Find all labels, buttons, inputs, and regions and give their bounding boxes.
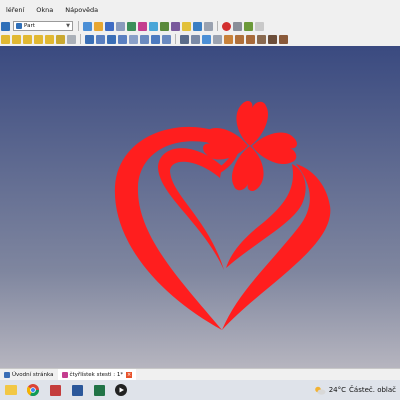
freecad-button[interactable] [48, 383, 62, 397]
projection-icon[interactable] [257, 34, 266, 44]
toolbar-separator [175, 34, 176, 44]
compound-icon[interactable] [180, 34, 189, 44]
windows-taskbar: 24°C Částeč. oblač [0, 380, 400, 400]
revolve-icon[interactable] [140, 34, 149, 44]
menu-windows[interactable]: Okna [30, 0, 59, 20]
chrome-button[interactable] [26, 383, 40, 397]
part-torus-icon[interactable] [45, 34, 54, 44]
part-tube-icon[interactable] [56, 34, 65, 44]
part-cone-icon[interactable] [34, 34, 43, 44]
draw-style-icon[interactable] [105, 21, 114, 31]
loft-icon[interactable] [268, 34, 277, 44]
view-rear-icon[interactable] [171, 21, 180, 31]
part-sphere-icon[interactable] [23, 34, 32, 44]
view-right-icon[interactable] [160, 21, 169, 31]
record-macro-icon[interactable] [222, 21, 231, 31]
boolean-icon[interactable] [85, 34, 94, 44]
view-left-icon[interactable] [193, 21, 202, 31]
start-page-icon [4, 372, 10, 378]
chevron-down-icon: ▼ [66, 23, 70, 29]
fit-all-icon[interactable] [94, 21, 103, 31]
common-icon[interactable] [118, 34, 127, 44]
freecad-icon [49, 384, 61, 396]
part-cylinder-icon[interactable] [12, 34, 21, 44]
workbench-selector[interactable]: Part ▼ [13, 21, 73, 31]
model-view [114, 101, 331, 330]
fuse-icon[interactable] [107, 34, 116, 44]
view-front-icon[interactable] [138, 21, 147, 31]
toolbar-separator [78, 21, 79, 31]
file-explorer-button[interactable] [4, 383, 18, 397]
cube-view-icon[interactable] [83, 21, 92, 31]
extrude-icon[interactable] [129, 34, 138, 44]
workbench-icon[interactable] [1, 21, 10, 31]
partly-cloudy-icon [314, 386, 326, 395]
four-leaf-clover [203, 101, 297, 191]
cut-icon[interactable] [96, 34, 105, 44]
sweep-icon[interactable] [279, 34, 288, 44]
close-icon[interactable]: × [126, 372, 133, 378]
menu-bar: léření Okna Nápověda [0, 0, 400, 20]
file-explorer-icon [5, 385, 17, 395]
fillet-icon[interactable] [162, 34, 171, 44]
attachment-icon[interactable] [202, 34, 211, 44]
weather-desc: Částeč. oblač [349, 386, 396, 394]
view-top-icon[interactable] [149, 21, 158, 31]
media-player-icon [115, 384, 127, 396]
weather-temp: 24°C [328, 386, 347, 394]
excel-button[interactable] [92, 383, 106, 397]
weather-widget[interactable]: 24°C Částeč. oblač [314, 386, 400, 395]
tab-label: čtyřlístek stesti : 1* [69, 372, 124, 378]
view-bottom-icon[interactable] [182, 21, 191, 31]
thickness-icon[interactable] [246, 34, 255, 44]
stereo-icon[interactable] [116, 21, 125, 31]
part-cube-icon[interactable] [1, 34, 10, 44]
heart-inner-stroke [158, 148, 224, 270]
menu-edit[interactable]: léření [0, 0, 30, 20]
word-button[interactable] [70, 383, 84, 397]
freecad-document-icon [61, 372, 68, 378]
offset-icon[interactable] [235, 34, 244, 44]
macros-icon[interactable] [233, 21, 242, 31]
view-iso-icon[interactable] [127, 21, 136, 31]
measure-icon[interactable] [204, 21, 213, 31]
check-geometry-icon[interactable] [191, 34, 200, 44]
menu-help[interactable]: Nápověda [59, 0, 104, 20]
primitives-icon[interactable] [67, 34, 76, 44]
part-toolbar [0, 32, 400, 47]
section-icon[interactable] [213, 34, 222, 44]
toolbar-separator [80, 34, 81, 44]
media-player-button[interactable] [114, 383, 128, 397]
tab-label: Úvodní stránka [12, 372, 54, 378]
cross-section-icon[interactable] [224, 34, 233, 44]
word-icon [71, 384, 83, 396]
play-icon[interactable] [255, 21, 264, 31]
3d-viewport[interactable] [0, 46, 400, 368]
chrome-icon [27, 384, 39, 396]
excel-icon [93, 384, 105, 396]
mirror-icon[interactable] [151, 34, 160, 44]
toolbar-separator [217, 21, 218, 31]
execute-macro-icon[interactable] [244, 21, 253, 31]
